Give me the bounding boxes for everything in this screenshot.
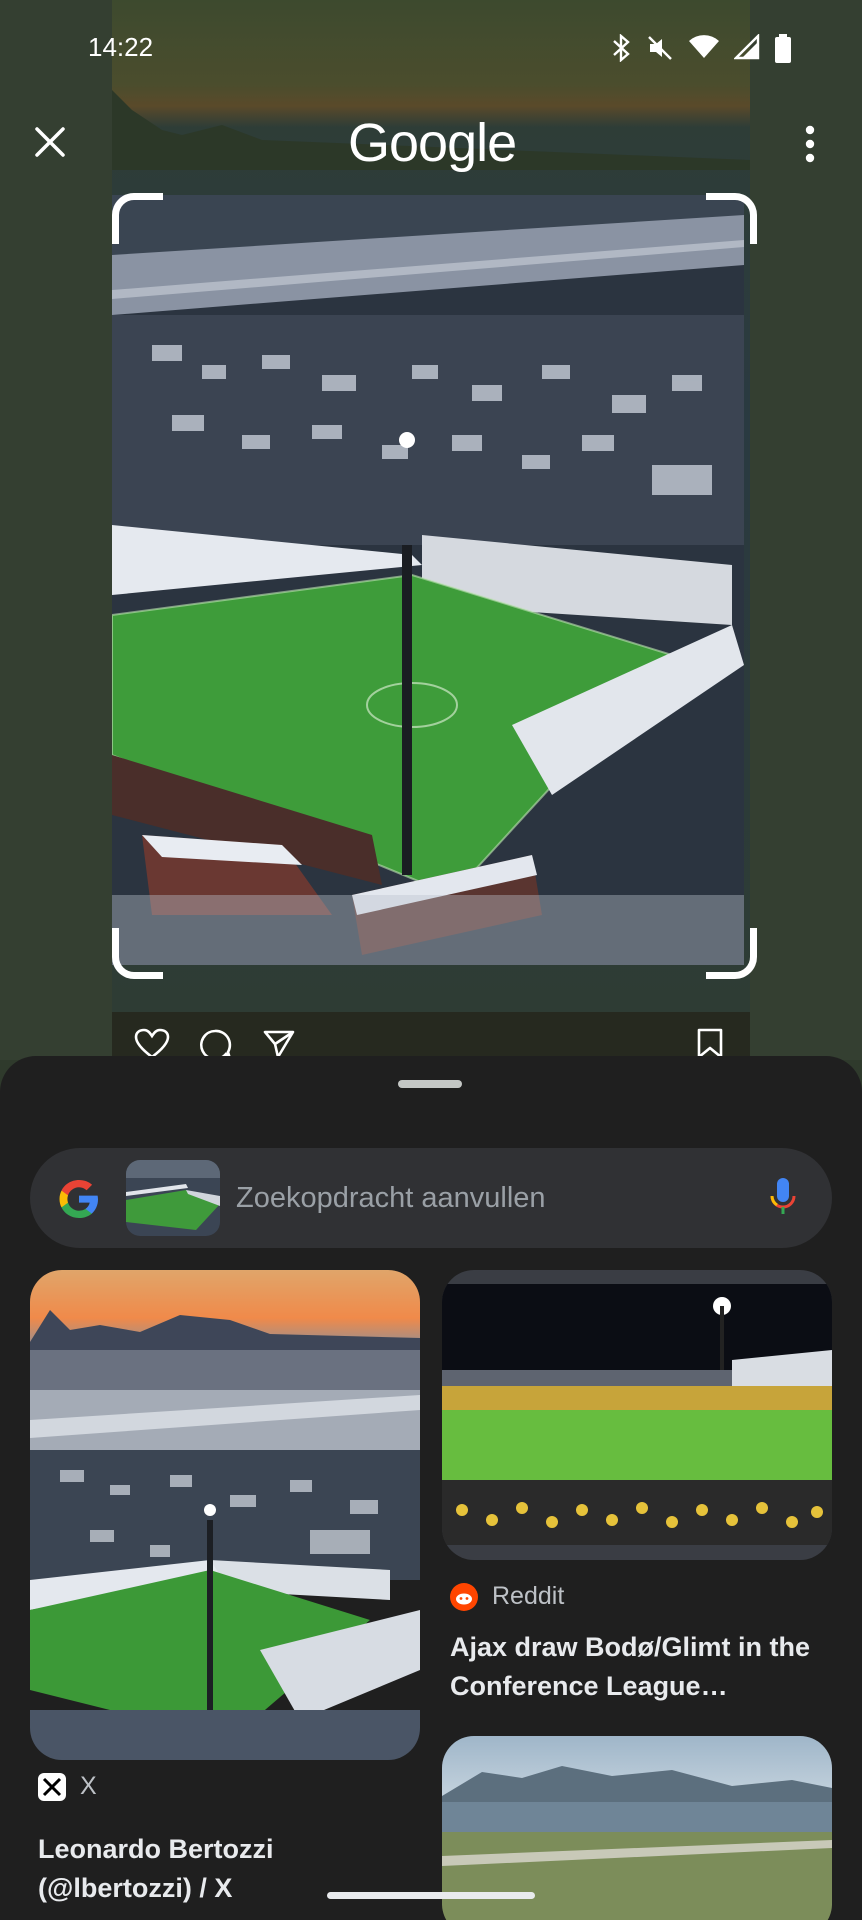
results-sheet[interactable]: Zoekopdracht aanvullen X Leonardo Bertoz… (0, 1056, 862, 1920)
result-source-x[interactable]: X (38, 1772, 97, 1801)
query-image-thumbnail[interactable] (126, 1160, 220, 1236)
search-bar[interactable]: Zoekopdracht aanvullen (30, 1148, 832, 1248)
result-source-reddit[interactable]: Reddit (450, 1582, 564, 1611)
battery-icon (775, 34, 791, 63)
result-image-x[interactable] (30, 1270, 420, 1760)
selection-corner-bottom-left[interactable] (112, 928, 163, 979)
reddit-logo-icon (450, 1582, 478, 1611)
selection-corner-top-left[interactable] (112, 193, 163, 244)
mic-icon[interactable] (768, 1176, 798, 1220)
status-time: 14:22 (88, 32, 154, 62)
selection-corner-top-right[interactable] (706, 193, 757, 244)
mute-icon (648, 36, 672, 60)
close-icon[interactable] (32, 124, 68, 160)
x-logo-icon (38, 1772, 66, 1801)
google-g-icon (59, 1180, 98, 1218)
drag-handle[interactable] (398, 1080, 462, 1088)
more-vert-icon[interactable] (796, 124, 824, 164)
status-icons (610, 34, 792, 64)
signal-icon (734, 34, 760, 60)
bluetooth-icon (613, 34, 630, 62)
result-title-reddit[interactable]: Ajax draw Bodø/Glimt in the Conference L… (450, 1628, 830, 1706)
stadium-photo[interactable] (112, 195, 744, 965)
gesture-nav-bar[interactable] (327, 1892, 535, 1899)
result-source-label: X (80, 1772, 97, 1800)
wifi-icon (689, 35, 719, 58)
search-input[interactable]: Zoekopdracht aanvullen (236, 1182, 546, 1215)
google-logo: Google (348, 113, 517, 173)
selection-corner-bottom-right[interactable] (706, 928, 757, 979)
result-source-label: Reddit (492, 1582, 565, 1610)
result-image-reddit[interactable] (442, 1270, 832, 1560)
